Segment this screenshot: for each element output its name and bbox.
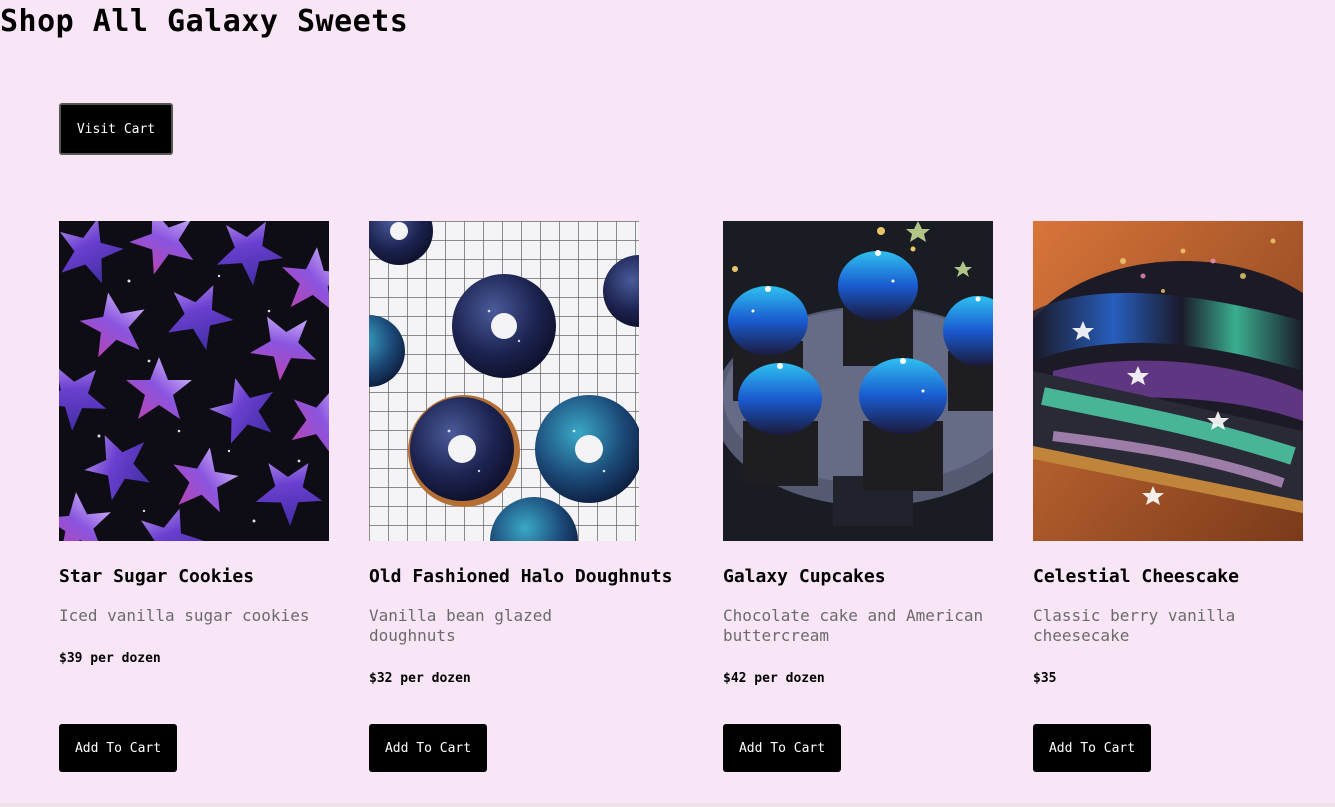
product-image-cheesecake[interactable] bbox=[1033, 221, 1303, 541]
product-name[interactable]: Old Fashioned Halo Doughnuts bbox=[369, 563, 672, 591]
product-price: $42 per dozen bbox=[723, 671, 825, 686]
page-bottom-divider bbox=[0, 803, 1335, 807]
product-price: $32 per dozen bbox=[369, 671, 471, 686]
product-image-cupcakes[interactable] bbox=[723, 221, 993, 541]
add-to-cart-button[interactable]: Add To Cart bbox=[59, 724, 177, 772]
product-description: Iced vanilla sugar cookies bbox=[59, 606, 310, 625]
product-price: $39 per dozen bbox=[59, 651, 161, 666]
product-name[interactable]: Galaxy Cupcakes bbox=[723, 563, 886, 591]
product-image-star-cookies[interactable] bbox=[59, 221, 329, 541]
product-price: $35 bbox=[1033, 671, 1057, 686]
page-title: Shop All Galaxy Sweets bbox=[0, 4, 409, 39]
product-name[interactable]: Celestial Cheescake bbox=[1033, 563, 1239, 591]
product-card-star-sugar-cookies: Star Sugar Cookies Iced vanilla sugar co… bbox=[59, 221, 339, 772]
product-description: Chocolate cake and American buttercream bbox=[723, 606, 984, 645]
product-card-celestial-cheesecake: Celestial Cheescake Classic berry vanill… bbox=[1033, 221, 1313, 772]
product-description: Vanilla bean glazed doughnuts bbox=[369, 606, 553, 645]
product-description: Classic berry vanilla cheesecake bbox=[1033, 606, 1236, 645]
add-to-cart-button[interactable]: Add To Cart bbox=[1033, 724, 1151, 772]
product-name[interactable]: Star Sugar Cookies bbox=[59, 563, 254, 591]
add-to-cart-button[interactable]: Add To Cart bbox=[723, 724, 841, 772]
add-to-cart-button[interactable]: Add To Cart bbox=[369, 724, 487, 772]
product-image-doughnuts[interactable] bbox=[369, 221, 639, 541]
product-card-galaxy-cupcakes: Galaxy Cupcakes Chocolate cake and Ameri… bbox=[723, 221, 1003, 772]
visit-cart-button[interactable]: Visit Cart bbox=[59, 103, 173, 155]
product-card-halo-doughnuts: Old Fashioned Halo Doughnuts Vanilla bea… bbox=[369, 221, 672, 772]
